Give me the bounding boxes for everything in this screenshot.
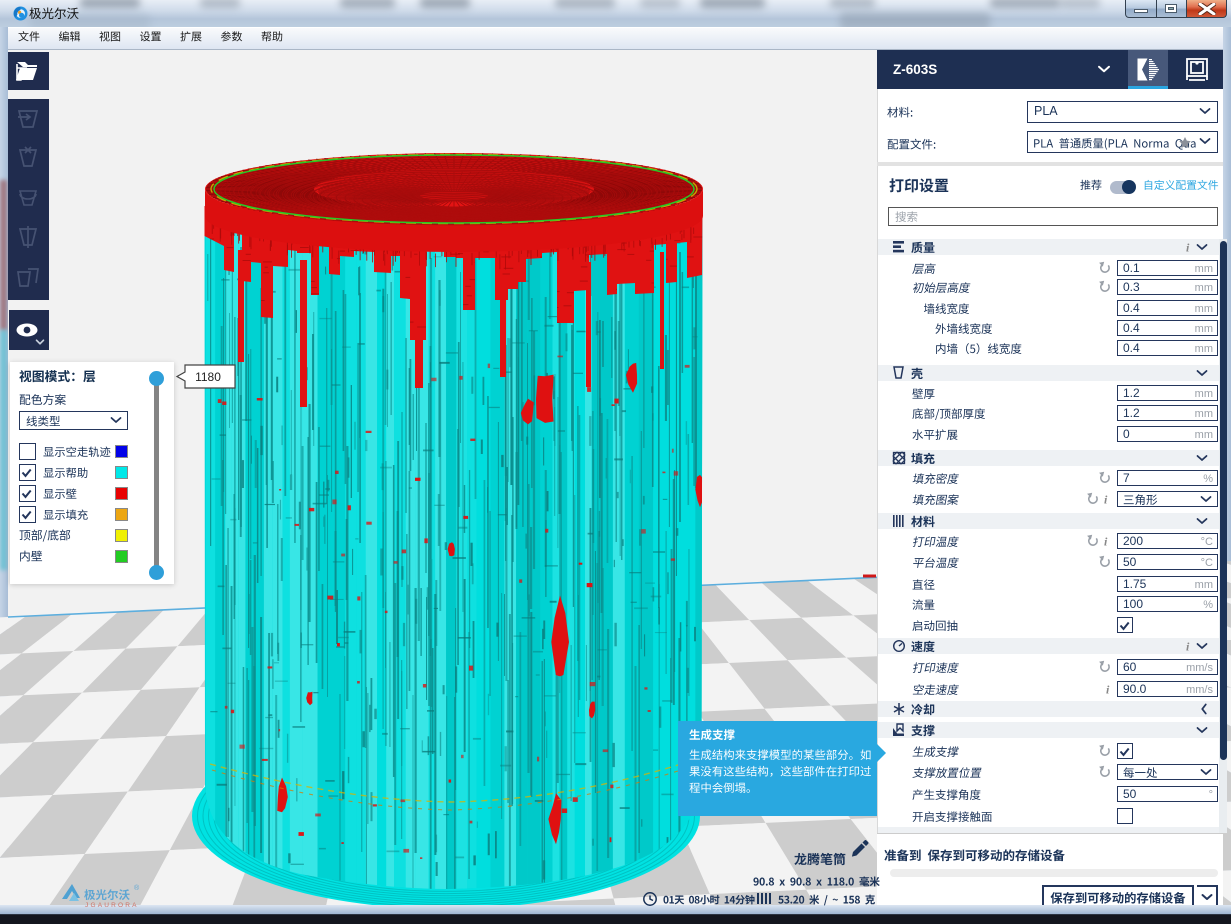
svg-text:®: ® [134, 884, 140, 892]
svg-text:i: i [1186, 241, 1190, 255]
svg-text:i: i [1104, 493, 1108, 507]
svg-text:i: i [1106, 683, 1110, 697]
svg-text:Z-603S: Z-603S [893, 62, 937, 77]
svg-text:i: i [1104, 535, 1108, 549]
svg-text:i: i [1186, 640, 1190, 654]
svg-text:JGAURORA: JGAURORA [85, 902, 139, 909]
